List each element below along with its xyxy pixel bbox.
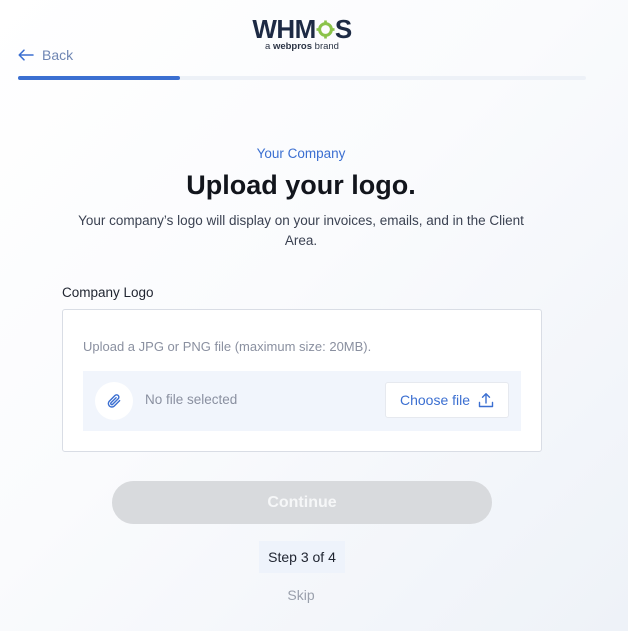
logo-subline: a webpros brand [250, 41, 354, 52]
choose-file-label: Choose file [399, 392, 471, 408]
progress-bar-fill [18, 76, 180, 80]
skip-link[interactable]: Skip [0, 587, 602, 603]
upload-hint: Upload a JPG or PNG file (maximum size: … [83, 339, 372, 354]
logo-subline-post: brand [314, 41, 339, 52]
choose-file-button[interactable]: Choose file [385, 382, 509, 418]
logo-subline-pre: a [265, 41, 271, 52]
back-link[interactable]: Back [18, 47, 73, 63]
continue-button[interactable]: Continue [112, 481, 492, 524]
company-logo-label: Company Logo [62, 285, 154, 300]
arrow-left-icon [18, 49, 34, 61]
back-label: Back [42, 47, 74, 63]
step-indicator: Step 3 of 4 [259, 541, 345, 573]
section-eyebrow: Your Company [256, 146, 346, 161]
page-title: Upload your logo. [186, 170, 416, 200]
logo-text-end: S [334, 14, 352, 44]
file-status: No file selected [145, 392, 238, 407]
paperclip-icon [95, 382, 133, 420]
upload-icon [478, 393, 494, 408]
progress-bar [18, 76, 586, 80]
file-picker: No file selected Choose file [83, 371, 521, 431]
page-description: Your company’s logo will display on your… [78, 213, 524, 248]
brand-logo: WHM S a webpros brand [250, 16, 354, 52]
gear-icon [316, 17, 335, 39]
logo-wordmark: WHM S [250, 16, 354, 42]
logo-subline-brand: webpros [272, 41, 313, 52]
logo-text-start: WHM [252, 14, 316, 44]
